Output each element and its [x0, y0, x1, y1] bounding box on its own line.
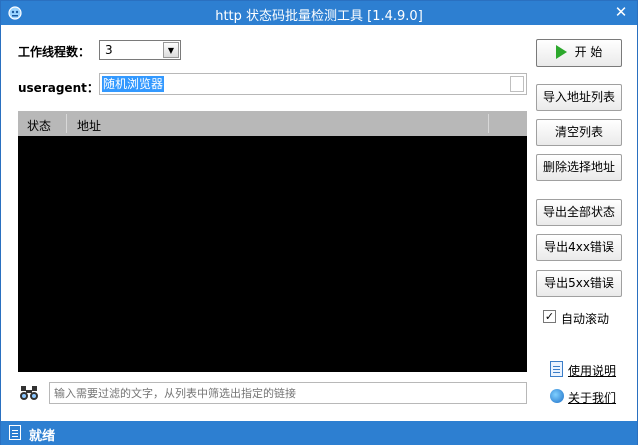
export-4xx-button[interactable]: 导出4xx错误	[536, 234, 622, 261]
filter-field[interactable]	[49, 382, 527, 404]
filter-input[interactable]	[54, 385, 514, 401]
useragent-input[interactable]: 随机浏览器	[99, 73, 527, 95]
start-button[interactable]: 开 始	[536, 39, 622, 67]
column-status[interactable]: 状态	[27, 117, 51, 134]
clear-list-button[interactable]: 清空列表	[536, 119, 622, 146]
auto-scroll-label[interactable]: 自动滚动	[561, 310, 609, 327]
column-divider[interactable]	[66, 114, 67, 133]
export-5xx-button[interactable]: 导出5xx错误	[536, 270, 622, 297]
column-address[interactable]: 地址	[77, 117, 101, 134]
document-icon	[550, 361, 563, 377]
binoculars-icon	[20, 386, 38, 400]
delete-selected-button[interactable]: 删除选择地址	[536, 154, 622, 181]
window-title: http 状态码批量检测工具 [1.4.9.0]	[215, 9, 423, 24]
start-label: 开 始	[574, 45, 603, 59]
main-window: http 状态码批量检测工具 [1.4.9.0] ✕ 工作线程数： 3 ▼ us…	[0, 0, 638, 445]
auto-scroll-checkbox[interactable]: ✓	[543, 310, 556, 323]
about-link[interactable]: 关于我们	[568, 389, 616, 406]
useragent-label: useragent：	[18, 81, 99, 95]
manual-link[interactable]: 使用说明	[568, 362, 616, 379]
status-bar: 就绪	[1, 421, 637, 445]
list-header: 状态 地址	[18, 111, 527, 136]
threads-select[interactable]: 3 ▼	[99, 40, 181, 60]
title-bar[interactable]: http 状态码批量检测工具 [1.4.9.0] ✕	[1, 1, 637, 25]
threads-value: 3	[105, 43, 113, 57]
status-icon	[9, 425, 21, 440]
chevron-down-icon[interactable]: ▼	[163, 42, 179, 58]
url-list[interactable]: 状态 地址	[18, 111, 527, 372]
export-all-button[interactable]: 导出全部状态	[536, 199, 622, 226]
import-list-button[interactable]: 导入地址列表	[536, 84, 622, 111]
useragent-dropdown[interactable]	[510, 76, 524, 92]
globe-icon	[550, 389, 564, 403]
close-icon[interactable]: ✕	[613, 4, 629, 20]
threads-label: 工作线程数：	[18, 45, 91, 59]
column-divider[interactable]	[488, 114, 489, 133]
useragent-value: 随机浏览器	[102, 76, 165, 92]
play-icon	[555, 44, 567, 59]
status-text: 就绪	[29, 429, 56, 444]
